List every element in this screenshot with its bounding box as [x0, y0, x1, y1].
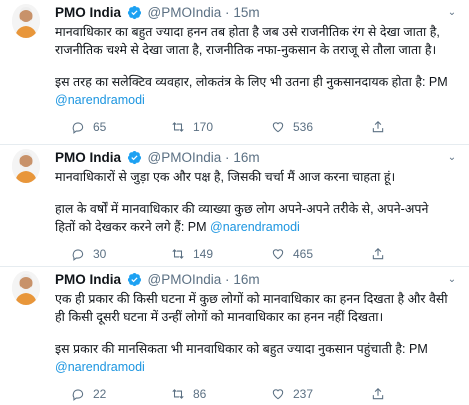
tweet-header: PMO India @PMOIndia · 16m [55, 148, 461, 168]
retweet-icon [172, 249, 184, 259]
verified-badge-icon [127, 272, 141, 287]
tweet-text-line: हाल के वर्षों में मानवाधिकार की व्याख्या… [55, 202, 429, 216]
tweet-actions: 65 170 536 [71, 118, 429, 136]
retweet-button[interactable]: 170 [171, 118, 213, 136]
reply-count: 65 [93, 120, 107, 134]
author-handle[interactable]: @PMOIndia [148, 272, 222, 287]
retweet-count: 149 [193, 247, 214, 261]
tweet-text: मानवाधिकार का बहुत ज्यादा हनन तब होता है… [55, 23, 461, 109]
verified-badge-icon [127, 5, 141, 20]
tweet-header: PMO India @PMOIndia · 16m [55, 270, 461, 290]
tweet[interactable]: PMO India @PMOIndia · 16m ⌄ एक ही प्रकार… [0, 267, 469, 405]
tweet-body: PMO India @PMOIndia · 15m ⌄ मानवाधिकार क… [55, 3, 461, 109]
author-name[interactable]: PMO India [55, 150, 121, 165]
like-button[interactable]: 465 [271, 245, 313, 263]
tweet-text-line: मानवाधिकारों से जुड़ा एक और पक्ष है, जिस… [55, 170, 396, 184]
tweet[interactable]: PMO India @PMOIndia · 15m ⌄ मानवाधिकार क… [0, 0, 469, 145]
tweet-header: PMO India @PMOIndia · 15m [55, 3, 461, 23]
share-icon [372, 248, 384, 260]
like-count: 237 [293, 387, 314, 401]
separator-dot: · [225, 5, 230, 20]
reply-icon [72, 249, 84, 261]
share-button[interactable] [371, 245, 393, 263]
like-count: 465 [293, 247, 314, 261]
like-button[interactable]: 536 [271, 118, 313, 136]
timestamp[interactable]: 16m [233, 272, 259, 287]
tweet-text-line: राजनीतिक चश्मे से देखा जाता है, राजनीतिक… [55, 43, 437, 57]
timestamp[interactable]: 16m [233, 150, 259, 165]
share-icon [372, 388, 384, 400]
tweet-text-line: हितों को देखकर करने लगे हैं: PM [55, 220, 207, 234]
avatar[interactable] [12, 271, 40, 305]
verified-badge-icon [127, 150, 141, 165]
chevron-down-icon[interactable]: ⌄ [445, 3, 459, 23]
avatar[interactable] [12, 149, 40, 183]
retweet-icon [172, 122, 184, 132]
tweet-body: PMO India @PMOIndia · 16m ⌄ मानवाधिकारों… [55, 148, 461, 236]
share-button[interactable] [371, 118, 393, 136]
heart-icon [272, 122, 284, 133]
retweet-count: 170 [193, 120, 214, 134]
retweet-count: 86 [193, 387, 207, 401]
mention-link[interactable]: @narendramodi [210, 220, 300, 234]
reply-icon [72, 122, 84, 134]
tweet-text-line: इस तरह का सलेक्टिव व्यवहार, लोकतंत्र के … [55, 75, 448, 89]
author-handle[interactable]: @PMOIndia [148, 150, 222, 165]
mention-link[interactable]: @narendramodi [55, 93, 145, 107]
chevron-down-icon[interactable]: ⌄ [445, 148, 459, 168]
reply-button[interactable]: 22 [71, 385, 106, 403]
share-button[interactable] [371, 385, 393, 403]
author-name[interactable]: PMO India [55, 272, 121, 287]
reply-button[interactable]: 30 [71, 245, 106, 263]
tweet-text-line: ही किसी दूसरी घटना में उन्हीं लोगों को म… [55, 310, 384, 324]
heart-icon [272, 389, 284, 400]
separator-dot: · [225, 150, 230, 165]
separator-dot: · [225, 272, 230, 287]
chevron-down-icon[interactable]: ⌄ [445, 270, 459, 290]
retweet-icon [172, 389, 184, 399]
reply-count: 30 [93, 247, 107, 261]
tweet-text: एक ही प्रकार की किसी घटना में कुछ लोगों … [55, 290, 461, 376]
tweet-actions: 30 149 465 [71, 245, 429, 263]
retweet-button[interactable]: 86 [171, 385, 206, 403]
tweet-text-line: मानवाधिकार का बहुत ज्यादा हनन तब होता है… [55, 25, 440, 39]
share-icon [372, 121, 384, 133]
reply-button[interactable]: 65 [71, 118, 106, 136]
tweet-actions: 22 86 237 [71, 385, 429, 403]
like-button[interactable]: 237 [271, 385, 313, 403]
tweet-feed: PMO India @PMOIndia · 15m ⌄ मानवाधिकार क… [0, 0, 469, 405]
heart-icon [272, 249, 284, 260]
reply-icon [72, 389, 84, 401]
tweet-body: PMO India @PMOIndia · 16m ⌄ एक ही प्रकार… [55, 270, 461, 376]
like-count: 536 [293, 120, 314, 134]
tweet-text: मानवाधिकारों से जुड़ा एक और पक्ष है, जिस… [55, 168, 461, 236]
reply-count: 22 [93, 387, 107, 401]
avatar[interactable] [12, 4, 40, 38]
author-name[interactable]: PMO India [55, 5, 121, 20]
tweet[interactable]: PMO India @PMOIndia · 16m ⌄ मानवाधिकारों… [0, 145, 469, 267]
retweet-button[interactable]: 149 [171, 245, 213, 263]
author-handle[interactable]: @PMOIndia [148, 5, 222, 20]
tweet-text-line: इस प्रकार की मानसिकता भी मानवाधिकार को ब… [55, 342, 428, 356]
tweet-text-line: एक ही प्रकार की किसी घटना में कुछ लोगों … [55, 292, 448, 306]
timestamp[interactable]: 15m [233, 5, 259, 20]
mention-link[interactable]: @narendramodi [55, 360, 145, 374]
